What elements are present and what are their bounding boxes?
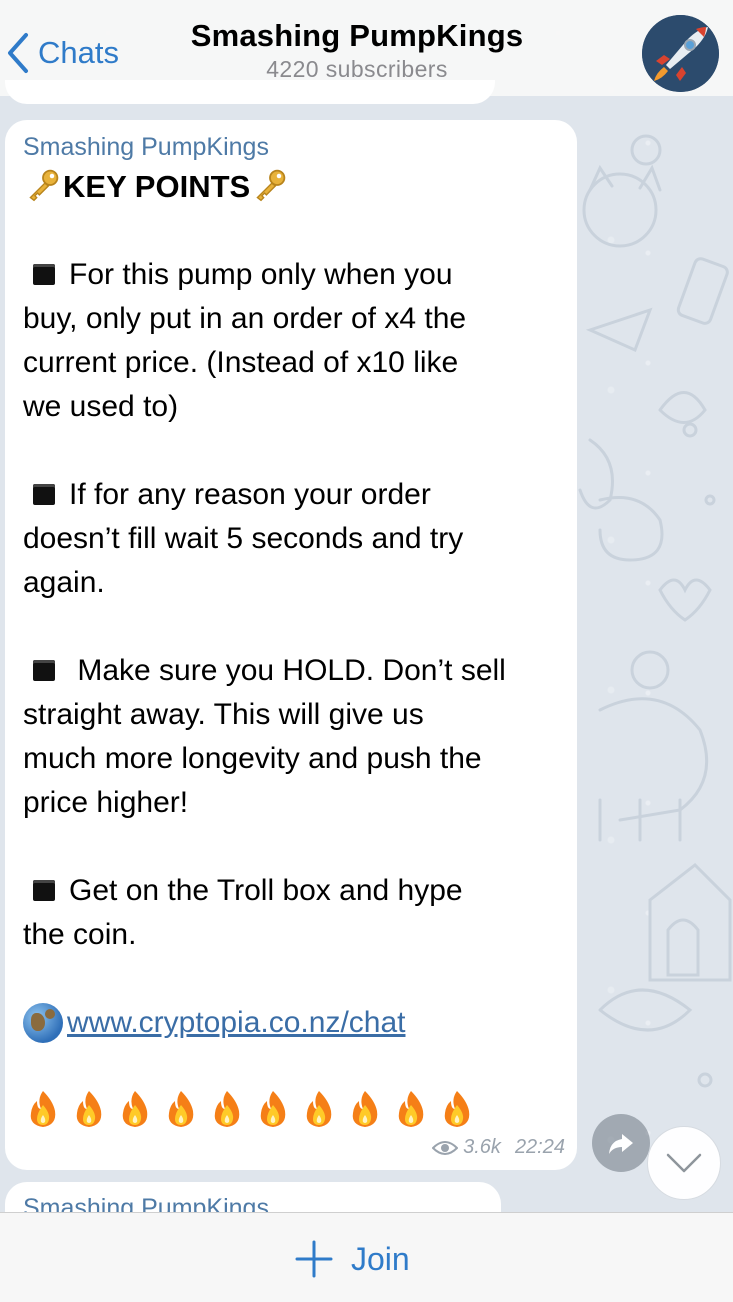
fire-icon [352, 1091, 378, 1127]
key-icon [256, 169, 286, 202]
point-2: If for any reason your order doesn’t fil… [23, 478, 464, 599]
fire-icon [398, 1091, 424, 1127]
message-content: Smashing PumpKings KEY POINTS For this p… [23, 131, 571, 1129]
point-1: For this pump only when you buy, only pu… [23, 258, 467, 423]
back-label: Chats [38, 35, 119, 70]
eye-icon [432, 1140, 459, 1155]
black-square-icon [33, 660, 55, 681]
fire-icon [122, 1091, 148, 1127]
message-sender[interactable]: Smashing PumpKings [23, 131, 571, 163]
channel-title-block[interactable]: Smashing PumpKings 4220 subscribers [150, 18, 564, 83]
link-row: www.cryptopia.co.nz/chat [23, 1001, 571, 1045]
chat-link[interactable]: www.cryptopia.co.nz/chat [67, 1001, 405, 1045]
join-label: Join [351, 1240, 410, 1277]
black-square-icon [33, 264, 55, 285]
globe-icon [23, 1003, 63, 1043]
message-meta: 3.6k 22:24 [405, 1136, 565, 1159]
subscriber-count: 4220 subscribers [266, 56, 448, 82]
fire-icon [306, 1091, 332, 1127]
fire-icon [76, 1091, 102, 1127]
rocket-icon [642, 15, 719, 92]
back-button[interactable]: Chats [6, 28, 119, 78]
point-3: Make sure you HOLD. Don’t sell straight … [23, 654, 506, 819]
previous-message-bubble [5, 80, 495, 104]
join-button[interactable]: Join [295, 1234, 410, 1284]
key-points-heading: KEY POINTS [23, 165, 571, 209]
message-time: 22:24 [514, 1136, 565, 1158]
chevron-left-icon [8, 33, 28, 73]
fire-icon [214, 1091, 240, 1127]
channel-avatar[interactable] [642, 15, 719, 92]
view-count: 3.6k [463, 1136, 501, 1158]
black-square-icon [33, 484, 55, 505]
key-points-text: KEY POINTS [63, 169, 251, 204]
fire-icon [168, 1091, 194, 1127]
key-icon [29, 169, 59, 202]
share-arrow-icon [609, 1134, 633, 1154]
point-4: Get on the Troll box and hype the coin. [23, 874, 463, 951]
fire-emoji-row [23, 1089, 571, 1129]
scroll-down-button[interactable] [647, 1126, 721, 1200]
share-button[interactable] [592, 1114, 650, 1172]
channel-title: Smashing PumpKings [190, 18, 524, 53]
chevron-down-icon [666, 1153, 702, 1173]
plus-icon [295, 1240, 333, 1278]
fire-icon [444, 1091, 470, 1127]
fire-icon [30, 1091, 56, 1127]
black-square-icon [33, 880, 55, 901]
fire-icon [260, 1091, 286, 1127]
